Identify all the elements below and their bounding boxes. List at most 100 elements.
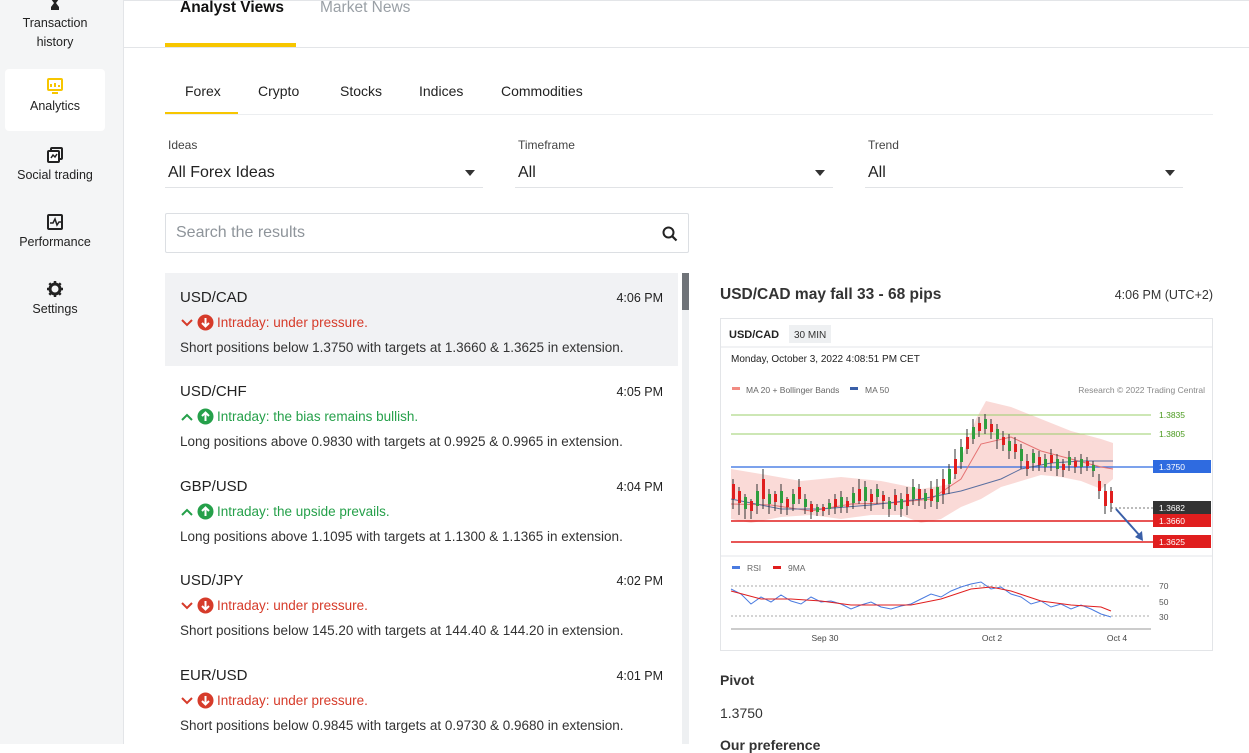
list-item[interactable]: USD/CHF 4:05 PM Intraday: the bias remai…	[165, 367, 678, 460]
level-label-4: 1.3682	[1159, 503, 1185, 513]
performance-icon	[47, 214, 63, 230]
tab-indices[interactable]: Indices	[419, 83, 463, 99]
sidebar-item-social-trading[interactable]: Social trading	[5, 146, 105, 185]
list-item[interactable]: USD/JPY 4:02 PM Intraday: under pressure…	[165, 556, 678, 649]
idea-description: Short positions below 1.3750 with target…	[180, 340, 624, 355]
list-item[interactable]: USD/CAD 4:06 PM Intraday: under pressure…	[165, 273, 678, 366]
forecast-arrow	[1115, 508, 1142, 538]
trend-filter-value: All	[868, 164, 886, 181]
legend-ma50: MA 50	[865, 385, 889, 395]
search-icon[interactable]	[662, 226, 678, 242]
idea-time: 4:01 PM	[616, 669, 663, 683]
tab-crypto[interactable]: Crypto	[258, 83, 299, 99]
list-item[interactable]: EUR/USD 4:01 PM Intraday: under pressure…	[165, 651, 678, 744]
idea-time: 4:05 PM	[616, 385, 663, 399]
level-label-2: 1.3805	[1159, 429, 1185, 439]
sidebar-item-label: Analytics	[29, 99, 81, 113]
chart-symbol: USD/CAD	[729, 329, 779, 341]
hourglass-icon	[51, 0, 59, 10]
level-label-6: 1.3625	[1159, 537, 1185, 547]
trend-filter[interactable]: Trend All	[865, 138, 1183, 188]
x-label-oct2: Oct 2	[982, 633, 1003, 643]
caret-down-icon	[1165, 170, 1175, 176]
idea-detail-title: USD/CAD may fall 33 - 68 pips	[720, 286, 942, 303]
chart-date: Monday, October 3, 2022 4:08:51 PM CET	[731, 354, 920, 365]
idea-trend: Intraday: under pressure.	[180, 692, 368, 709]
rsi-label-30: 30	[1159, 612, 1169, 622]
trend-filter-label: Trend	[868, 138, 899, 152]
idea-description: Long positions above 0.9830 with targets…	[180, 434, 623, 449]
idea-pair: USD/CHF	[180, 383, 247, 400]
tab-stocks[interactable]: Stocks	[340, 83, 382, 99]
idea-headline: Intraday: under pressure.	[217, 315, 368, 330]
main-content: Analyst Views Market News Forex Crypto S…	[124, 0, 1249, 753]
rsi-label-50: 50	[1159, 597, 1169, 607]
idea-pair: USD/CAD	[180, 289, 248, 306]
search-box	[165, 213, 689, 253]
idea-description: Short positions below 145.20 with target…	[180, 623, 624, 638]
arrow-down-circle-icon	[197, 314, 214, 331]
caret-down-icon	[815, 170, 825, 176]
active-category-indicator	[165, 112, 238, 114]
tab-forex[interactable]: Forex	[185, 83, 221, 99]
idea-headline: Intraday: the upside prevails.	[217, 504, 390, 519]
social-trading-icon	[47, 147, 63, 163]
ideas-filter[interactable]: Ideas All Forex Ideas	[165, 138, 483, 188]
level-label-1: 1.3835	[1159, 410, 1185, 420]
price-chart-svg: USD/CAD 30 MIN Monday, October 3, 2022 4…	[721, 325, 1212, 643]
list-item[interactable]: GBP/USD 4:04 PM Intraday: the upside pre…	[165, 462, 678, 555]
legend-ma20: MA 20 + Bollinger Bands	[746, 385, 839, 395]
timeframe-filter[interactable]: Timeframe All	[515, 138, 833, 188]
idea-trend: Intraday: under pressure.	[180, 314, 368, 331]
ideas-filter-label: Ideas	[168, 138, 198, 152]
sidebar-item-label: Performance	[19, 235, 91, 249]
caret-down-icon	[465, 170, 475, 176]
idea-trend: Intraday: the upside prevails.	[180, 503, 390, 520]
sidebar-item-performance[interactable]: Performance	[5, 213, 105, 252]
sidebar-item-analytics[interactable]: Analytics	[5, 69, 105, 131]
tab-market-news[interactable]: Market News	[320, 0, 410, 17]
level-label-5: 1.3660	[1159, 516, 1185, 526]
sidebar-item-label: history	[36, 35, 74, 49]
idea-detail-time: 4:06 PM (UTC+2)	[1114, 288, 1213, 302]
x-label-sep30: Sep 30	[812, 633, 839, 643]
idea-pair: GBP/USD	[180, 478, 248, 495]
sidebar-item-label: Settings	[32, 302, 78, 316]
sidebar-item-settings[interactable]: Settings	[5, 280, 105, 319]
idea-pair: EUR/USD	[180, 667, 248, 684]
pivot-value: 1.3750	[720, 705, 763, 721]
rsi-9ma-legend-swatch	[773, 566, 781, 569]
tab-analyst-views[interactable]: Analyst Views	[180, 0, 284, 17]
tab-commodities[interactable]: Commodities	[501, 83, 583, 99]
rsi-label-70: 70	[1159, 581, 1169, 591]
idea-pair: USD/JPY	[180, 572, 244, 589]
ideas-list: USD/CAD 4:06 PM Intraday: under pressure…	[165, 273, 678, 744]
rsi-legend: RSI	[747, 563, 761, 573]
analytics-icon	[47, 78, 63, 94]
idea-description: Short positions below 0.9845 with target…	[180, 718, 624, 733]
sidebar-item-transaction-history[interactable]: Transaction history	[5, 0, 105, 52]
idea-description: Long positions above 1.1095 with targets…	[180, 529, 623, 544]
chevron-up-icon	[181, 508, 193, 516]
timeframe-filter-label: Timeframe	[518, 138, 575, 152]
list-scrollbar[interactable]	[682, 273, 689, 744]
active-tab-indicator	[165, 43, 296, 47]
sidebar: Transaction history Analytics Social tra…	[0, 0, 124, 744]
rsi-9ma-legend: 9MA	[788, 563, 806, 573]
scrollbar-thumb[interactable]	[682, 273, 689, 310]
chevron-up-icon	[181, 413, 193, 421]
idea-trend: Intraday: the bias remains bullish.	[180, 408, 418, 425]
idea-trend: Intraday: under pressure.	[180, 597, 368, 614]
legend-swatch-ma20	[732, 387, 740, 390]
sidebar-item-label: Social trading	[17, 168, 93, 182]
idea-time: 4:02 PM	[616, 574, 663, 588]
idea-time: 4:06 PM	[616, 291, 663, 305]
chart-credit: Research © 2022 Trading Central	[1078, 385, 1205, 395]
price-chart: USD/CAD 30 MIN Monday, October 3, 2022 4…	[720, 318, 1213, 651]
search-input[interactable]	[176, 215, 646, 251]
legend-swatch-ma50	[850, 387, 858, 390]
rsi-legend-swatch	[732, 566, 740, 569]
arrow-down-circle-icon	[197, 597, 214, 614]
chevron-down-icon	[181, 318, 193, 326]
pivot-label: Pivot	[720, 672, 755, 688]
